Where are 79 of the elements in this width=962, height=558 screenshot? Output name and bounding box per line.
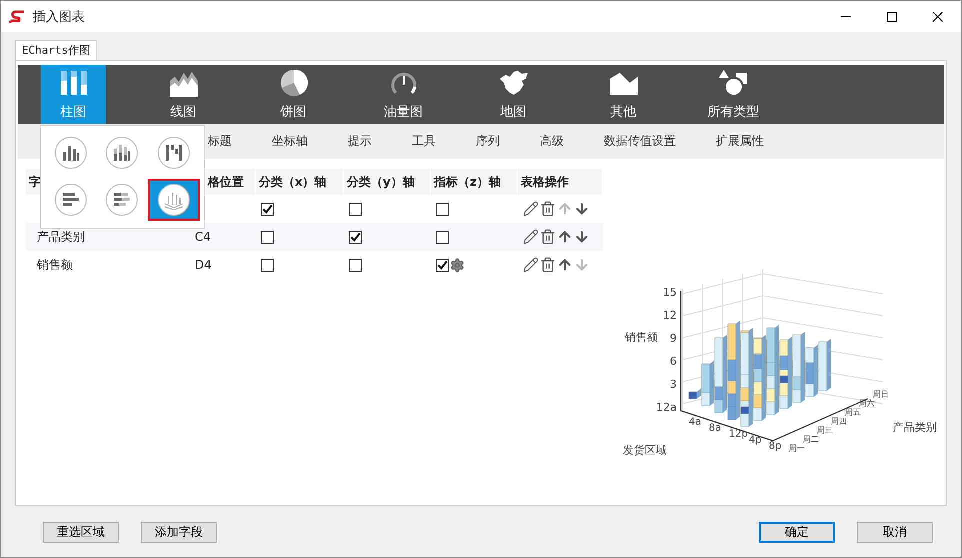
column-header: 表格操作 <box>518 169 603 195</box>
column-header: 分类（x）轴 <box>256 169 344 195</box>
chart-type-tab[interactable]: 所有类型 <box>701 65 766 124</box>
settings-tab[interactable]: 高级 <box>540 133 564 150</box>
checkbox[interactable] <box>436 230 449 244</box>
waterfall-chart-icon <box>164 143 184 163</box>
edit-icon[interactable] <box>523 257 539 273</box>
checkbox[interactable] <box>436 202 449 216</box>
column-header: 分类（y）轴 <box>344 169 431 195</box>
checkbox[interactable] <box>261 258 274 272</box>
table-cell-text: 销售额 <box>36 256 73 274</box>
axis-tick-label: 9 <box>670 332 677 345</box>
axis-tick-label: 周二 <box>803 435 819 444</box>
axis-tick-label: 4a <box>689 417 702 428</box>
delete-icon[interactable] <box>540 229 556 245</box>
settings-icon[interactable] <box>450 258 465 272</box>
action-button[interactable]: 重选区域 <box>43 522 119 542</box>
axis-tick-label: 8p <box>769 441 782 452</box>
table-cell-text: C4 <box>194 230 212 244</box>
axis-tick-label: 4p <box>749 435 762 446</box>
checkbox[interactable] <box>261 230 274 244</box>
close-icon <box>933 12 943 22</box>
table-cell-text: D4 <box>194 258 212 272</box>
maximize-icon <box>887 12 897 22</box>
delete-icon[interactable] <box>540 201 556 217</box>
axis-title: 产品类别 <box>893 421 937 434</box>
axis-tick-label: 周一 <box>789 444 805 453</box>
dialog-button[interactable]: 确定 <box>759 522 835 542</box>
chart-subtype-option[interactable] <box>148 179 200 221</box>
chart-type-tab[interactable]: 其他 <box>591 65 656 124</box>
chart-type-tab[interactable]: 地图 <box>481 65 546 124</box>
shapes-icon <box>718 68 750 96</box>
tab[interactable]: ECharts作图 <box>15 40 98 60</box>
settings-tab[interactable]: 工具 <box>412 133 436 150</box>
axis-tick-label: 3 <box>670 378 677 391</box>
axis-tick-label: 6 <box>670 355 677 368</box>
settings-tab[interactable]: 提示 <box>348 133 372 150</box>
action-button[interactable]: 添加字段 <box>141 522 217 542</box>
checkbox[interactable] <box>436 258 449 272</box>
settings-tab[interactable]: 数据传值设置 <box>604 133 676 150</box>
axis-tick-label: 周六 <box>859 399 875 408</box>
3d-bar-chart-icon <box>164 190 184 210</box>
edit-icon[interactable] <box>523 229 539 245</box>
checkbox[interactable] <box>349 202 362 216</box>
axis-tick-label: 周三 <box>817 426 833 435</box>
move-up-icon[interactable] <box>557 229 573 245</box>
checkbox[interactable] <box>349 258 362 272</box>
checkbox[interactable] <box>349 230 362 244</box>
delete-icon[interactable] <box>540 257 556 273</box>
map-icon <box>498 68 530 96</box>
move-down-icon[interactable] <box>574 201 590 217</box>
axis-tick-label: 15 <box>663 286 677 299</box>
bar-chart-icon <box>60 143 81 163</box>
chart-type-tab[interactable]: 线图 <box>151 65 216 124</box>
stacked-bar-icon <box>112 143 132 163</box>
dialog-button[interactable]: 取消 <box>857 522 933 542</box>
app-logo-icon <box>9 10 25 24</box>
move-up-icon[interactable] <box>557 257 573 273</box>
chart-type-tab[interactable]: 饼图 <box>261 65 326 124</box>
axis-tick-label: 12 <box>663 309 677 322</box>
settings-tab[interactable]: 坐标轴 <box>272 133 308 150</box>
table-cell-text: 产品类别 <box>36 228 85 246</box>
edit-icon[interactable] <box>523 201 539 217</box>
chart-type-tab[interactable]: 油量图 <box>371 65 436 124</box>
window-title: 插入图表 <box>33 8 86 26</box>
axis-tick-label: 周日 <box>873 390 889 399</box>
move-down-icon[interactable] <box>574 229 590 245</box>
settings-tab[interactable]: 序列 <box>476 133 500 150</box>
axis-tick-label: 12a <box>656 401 677 414</box>
settings-tab[interactable]: 标题 <box>208 133 232 150</box>
checkbox[interactable] <box>261 202 274 216</box>
axis-title: 销售额 <box>625 331 658 344</box>
axis-tick-label: 8a <box>709 423 722 434</box>
axis-tick-label: 周五 <box>845 408 861 417</box>
axis-tick-label: 12p <box>729 429 748 440</box>
settings-tab[interactable]: 扩展属性 <box>716 133 764 150</box>
axis-title: 发货区域 <box>623 444 667 457</box>
column-header: 指标（z）轴 <box>431 169 518 195</box>
axis-tick-label: 周四 <box>831 417 847 426</box>
